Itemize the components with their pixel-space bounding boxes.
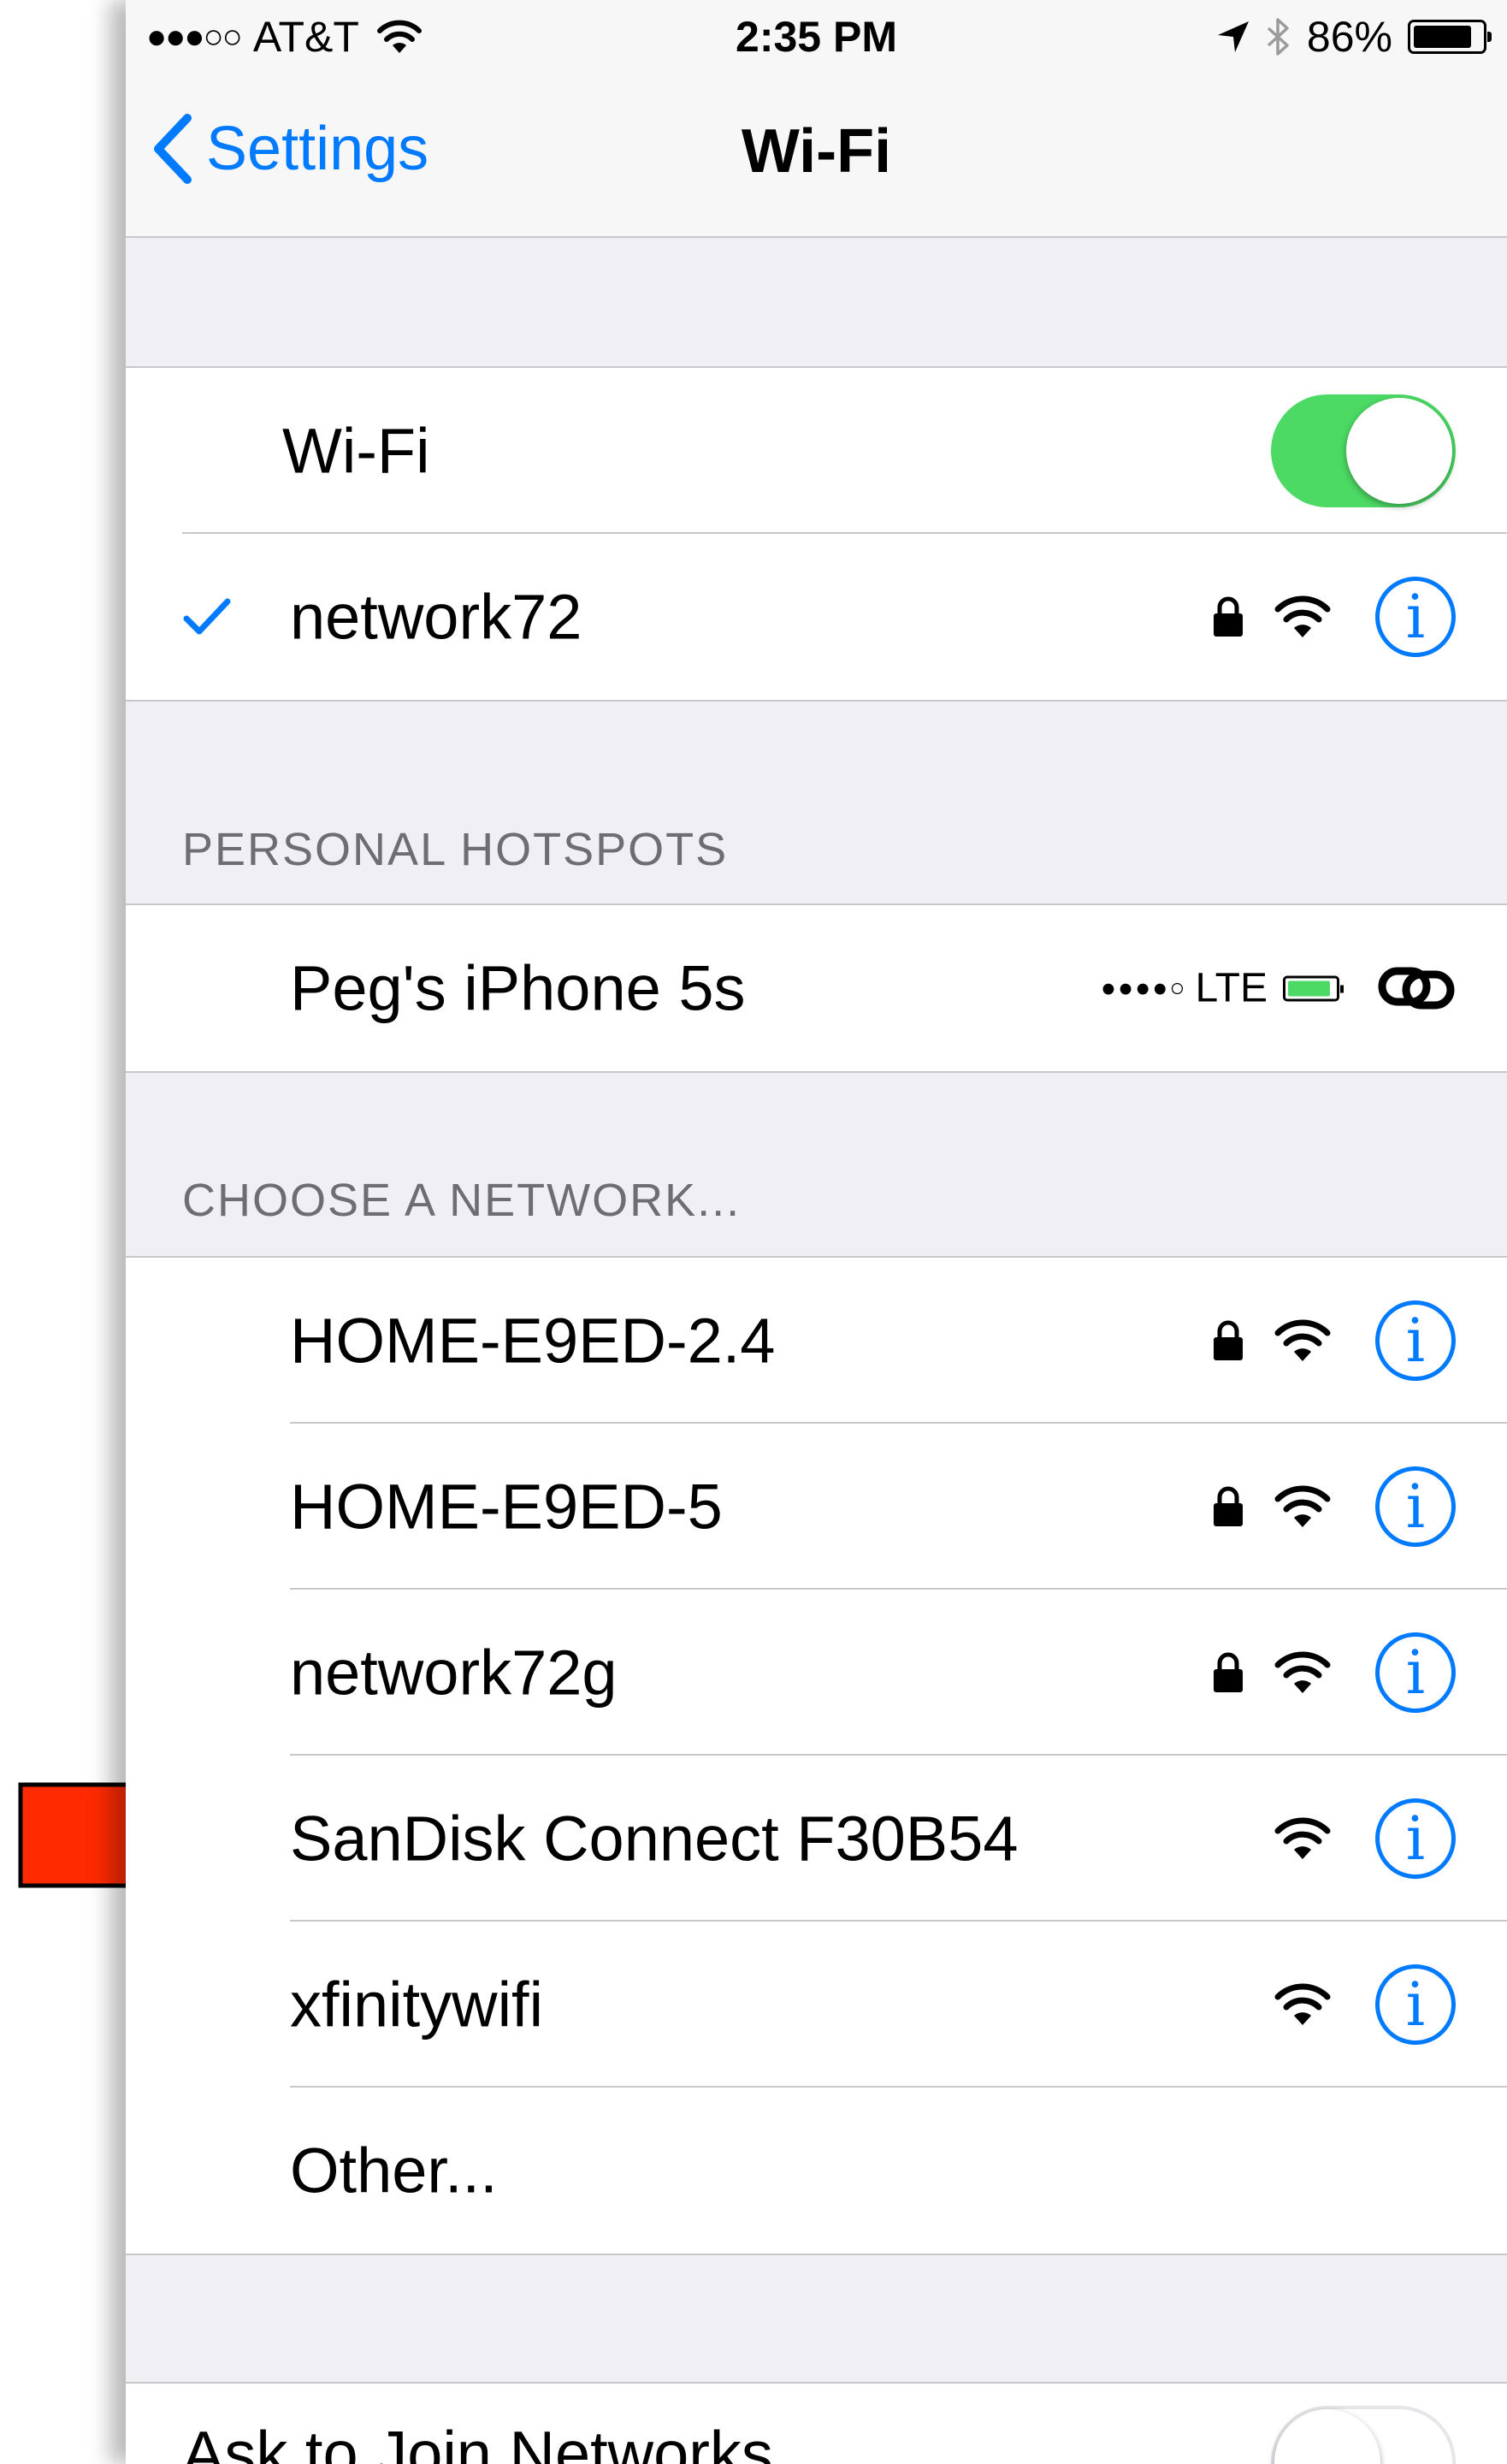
ask-to-join-toggle[interactable] <box>1271 2406 1456 2464</box>
toggle-knob <box>1274 2409 1380 2464</box>
hotspots-group: Peg's iPhone 5s ●●●●○ LTE <box>126 903 1507 1073</box>
hotspot-battery-icon <box>1283 975 1344 1001</box>
screenshot: ●●●○○ AT&T 2:35 PM 86% Settings Wi-Fi Wi… <box>0 0 1507 2464</box>
wifi-toggle[interactable] <box>1271 394 1456 507</box>
networks-group: HOME-E9ED-2.4 i HOME-E9ED-5 i network72g i San… <box>126 1256 1507 2255</box>
info-icon[interactable]: i <box>1375 577 1456 657</box>
network-name: network72g <box>290 1637 618 1709</box>
other-network-row[interactable]: Other... <box>126 2088 1507 2254</box>
connected-network-name: network72 <box>290 581 582 653</box>
hotspot-signal: ●●●●○ <box>1100 974 1187 1002</box>
wifi-group: Wi-Fi network72 i <box>126 366 1507 702</box>
phone-screen: ●●●○○ AT&T 2:35 PM 86% Settings Wi-Fi Wi… <box>126 0 1507 2464</box>
hotspot-name: Peg's iPhone 5s <box>290 952 746 1024</box>
info-icon[interactable]: i <box>1375 1632 1456 1713</box>
ask-to-join-row: Ask to Join Networks <box>126 2384 1507 2464</box>
network-name: HOME-E9ED-2.4 <box>290 1305 776 1377</box>
hotspots-section-header: PERSONAL HOTSPOTS <box>182 824 729 875</box>
lock-icon <box>1214 596 1243 637</box>
status-bar: ●●●○○ AT&T 2:35 PM 86% <box>126 0 1507 79</box>
battery-percent: 86% <box>1306 13 1392 61</box>
hotspot-network-type: LTE <box>1195 965 1268 1011</box>
info-icon[interactable]: i <box>1375 1466 1456 1547</box>
ask-to-join-label: Ask to Join Networks <box>182 2418 773 2464</box>
lock-icon <box>1214 1652 1243 1692</box>
info-icon[interactable]: i <box>1375 1798 1456 1879</box>
network-name: SanDisk Connect F30B54 <box>290 1803 1019 1875</box>
info-icon[interactable]: i <box>1375 1300 1456 1381</box>
network-row[interactable]: network72g i <box>126 1590 1507 1756</box>
wifi-icon <box>1274 1485 1331 1527</box>
wifi-icon <box>1274 1319 1331 1361</box>
network-row[interactable]: HOME-E9ED-2.4 i <box>126 1258 1507 1424</box>
wifi-toggle-row: Wi-Fi <box>126 368 1507 534</box>
battery-icon <box>1408 20 1492 54</box>
wifi-icon <box>1274 1651 1331 1693</box>
hotspot-status: ●●●●○ LTE <box>1100 965 1344 1012</box>
toggle-knob <box>1346 398 1452 504</box>
connected-network-row[interactable]: network72 i <box>126 534 1507 700</box>
network-name: xfinitywifi <box>290 1969 544 2040</box>
info-icon[interactable]: i <box>1375 1964 1456 2045</box>
network-row[interactable]: HOME-E9ED-5 i <box>126 1424 1507 1590</box>
checkmark-icon <box>183 598 231 635</box>
ask-to-join-group: Ask to Join Networks <box>126 2382 1507 2464</box>
network-row[interactable]: xfinitywifi i <box>126 1922 1507 2088</box>
lock-icon <box>1214 1486 1243 1526</box>
other-network-label: Other... <box>290 2135 498 2206</box>
link-icon <box>1378 967 1455 1010</box>
networks-section-header: CHOOSE A NETWORK... <box>182 1175 742 1226</box>
wifi-label: Wi-Fi <box>282 415 430 487</box>
bluetooth-icon <box>1267 18 1289 56</box>
location-arrow-icon <box>1217 21 1249 52</box>
page-title: Wi-Fi <box>741 117 892 186</box>
hotspot-row[interactable]: Peg's iPhone 5s ●●●●○ LTE <box>126 905 1507 1071</box>
wifi-icon <box>1274 1983 1331 2025</box>
wifi-icon <box>1274 595 1331 637</box>
network-row[interactable]: SanDisk Connect F30B54 i <box>126 1756 1507 1922</box>
lock-icon <box>1214 1320 1243 1360</box>
network-name: HOME-E9ED-5 <box>290 1471 723 1543</box>
navigation-bar: Settings Wi-Fi <box>126 79 1507 238</box>
wifi-icon <box>1274 1817 1331 1859</box>
